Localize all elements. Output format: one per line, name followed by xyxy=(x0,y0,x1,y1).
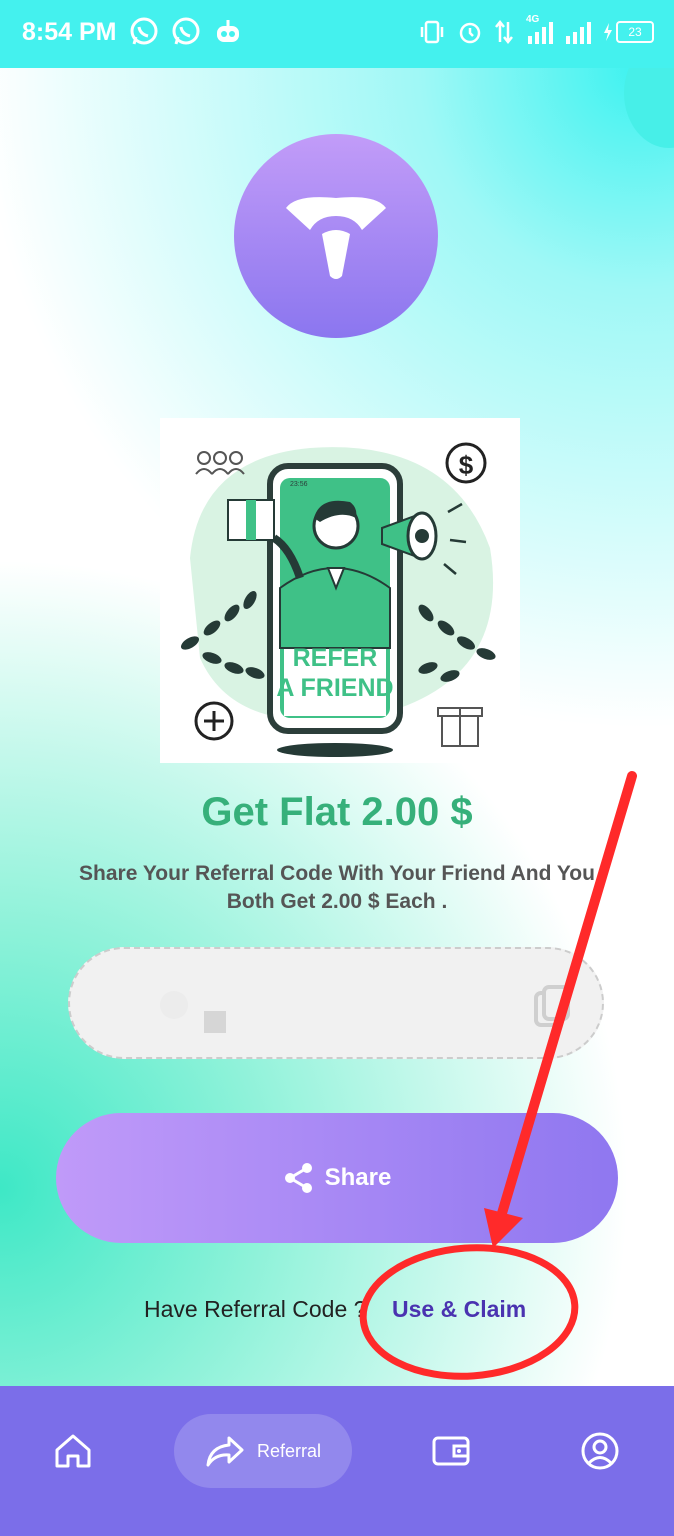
nav-home[interactable] xyxy=(36,1414,110,1488)
reward-description: Share Your Referral Code With Your Frien… xyxy=(79,862,595,913)
svg-text:$: $ xyxy=(459,450,474,480)
whatsapp-icon xyxy=(130,17,158,45)
status-time: 8:54 PM xyxy=(22,18,117,46)
bottom-navigation: Referral xyxy=(0,1386,674,1536)
battery-level: 23 xyxy=(616,21,654,43)
logo-mark-icon xyxy=(286,197,386,279)
status-bar: 8:54 PM 4G 23 xyxy=(0,0,674,68)
code-placeholder-dot xyxy=(160,991,188,1019)
referral-code-box[interactable] xyxy=(68,947,604,1059)
nav-referral[interactable]: Referral xyxy=(174,1414,352,1488)
signal-4g-icon: 4G xyxy=(524,14,554,46)
refer-a-friend-illustration: $ 23:56 REFER A FRIEND xyxy=(160,418,520,763)
profile-icon xyxy=(581,1432,619,1470)
referral-prompt-text: Have Referral Code ? xyxy=(144,1296,367,1322)
nav-wallet[interactable] xyxy=(414,1414,488,1488)
wallet-icon xyxy=(432,1436,470,1466)
use-and-claim-link[interactable]: Use & Claim xyxy=(392,1296,526,1323)
share-button[interactable]: Share xyxy=(56,1113,618,1243)
share-icon xyxy=(284,1163,312,1193)
share-button-label: Share xyxy=(324,1164,392,1191)
battery-icon: 23 xyxy=(602,21,654,43)
nav-referral-label: Referral xyxy=(256,1440,322,1461)
background-wave xyxy=(624,68,674,148)
alarm-icon xyxy=(459,22,481,44)
copy-icon[interactable] xyxy=(532,983,572,1031)
home-icon xyxy=(55,1434,91,1468)
phone-time: 23:56 xyxy=(290,481,308,488)
signal-icon xyxy=(566,22,591,44)
robot-icon xyxy=(217,20,239,42)
referral-code-value xyxy=(204,1011,226,1033)
banner-line-1: REFER xyxy=(293,644,378,672)
share-arrow-icon xyxy=(206,1436,244,1467)
status-notification-icons xyxy=(128,16,244,48)
vibrate-icon xyxy=(420,20,444,44)
nav-profile[interactable] xyxy=(563,1414,637,1488)
app-logo xyxy=(234,134,438,338)
status-system-icons: 4G 23 xyxy=(418,14,654,46)
reward-headline: Get Flat 2.00 $ xyxy=(201,790,473,834)
banner-line-2: A FRIEND xyxy=(276,674,393,702)
data-arrows-icon xyxy=(495,19,513,45)
referral-page: $ 23:56 REFER A FRIEND Get Flat 2.00 $ S… xyxy=(0,68,674,1386)
whatsapp-icon xyxy=(172,17,200,45)
